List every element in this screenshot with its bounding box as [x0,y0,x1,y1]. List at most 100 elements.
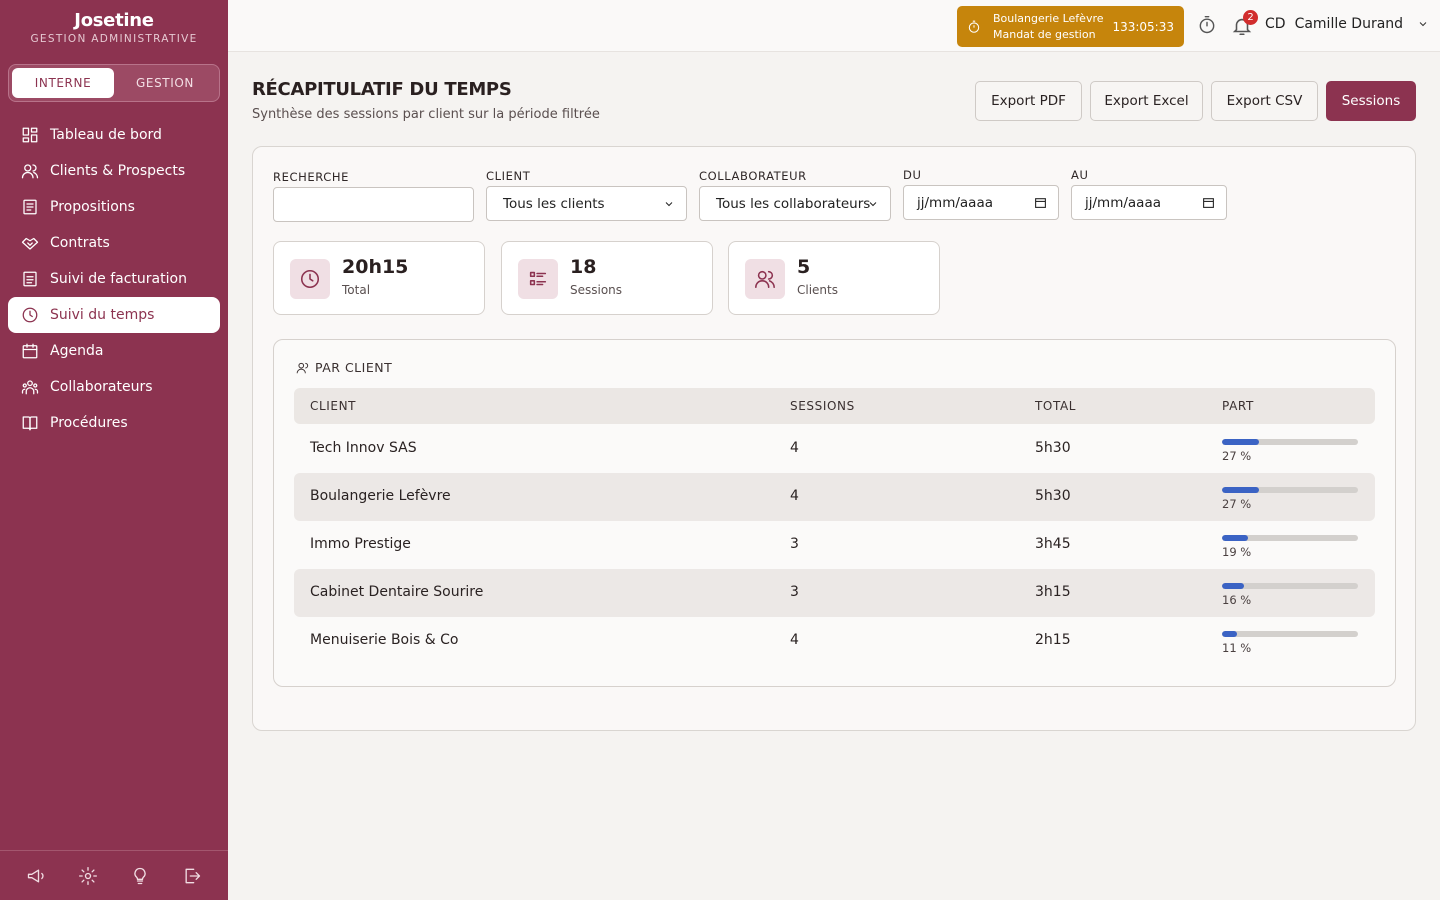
nav-item-agenda[interactable]: Agenda [8,333,220,369]
cell-part: 27 % [1222,449,1252,463]
cell-sessions: 3 [790,536,799,552]
book-icon [21,414,39,432]
nav-label: Collaborateurs [50,379,153,395]
date-to-label: AU [1071,168,1089,182]
brand: Josetine GESTION ADMINISTRATIVE [0,0,228,52]
calendar-icon [1035,198,1046,208]
brand-name: Josetine [74,10,154,31]
nav-label: Procédures [50,415,128,431]
table-row[interactable]: Menuiserie Bois & Co 4 2h15 11 % [294,617,1375,665]
cell-sessions: 3 [790,584,799,600]
stopwatch-icon[interactable] [1197,15,1217,35]
nav-item-collaborateurs[interactable]: Collaborateurs [8,369,220,405]
date-from-label: DU [903,168,922,182]
share-progress-bar [1222,439,1358,445]
brand-subtitle: GESTION ADMINISTRATIVE [30,33,198,45]
table-row[interactable]: Boulangerie Lefèvre 4 5h30 27 % [294,473,1375,521]
clock-icon [21,306,39,324]
cell-client: Menuiserie Bois & Co [310,632,459,648]
lightbulb-icon[interactable] [130,866,150,886]
cell-part: 27 % [1222,497,1252,511]
export-pdf-button[interactable]: Export PDF [975,81,1082,121]
chevron-down-icon [869,201,877,206]
export-csv-button[interactable]: Export CSV [1211,81,1318,121]
nav-item-facturation[interactable]: Suivi de facturation [8,261,220,297]
cell-sessions: 4 [790,440,799,456]
client-filter-label: CLIENT [486,169,531,183]
table-row[interactable]: Immo Prestige 3 3h45 19 % [294,521,1375,569]
column-header-total[interactable]: TOTAL [1035,399,1076,413]
date-from-input[interactable]: jj/mm/aaaa [903,185,1059,220]
share-progress-bar [1222,535,1358,541]
client-select-value: Tous les clients [503,195,605,212]
cell-total: 2h15 [1035,632,1071,648]
nav-label: Suivi du temps [50,307,155,323]
table-row[interactable]: Cabinet Dentaire Sourire 3 3h15 16 % [294,569,1375,617]
column-header-sessions[interactable]: SESSIONS [790,399,855,413]
cell-total: 5h30 [1035,488,1071,504]
nav-label: Agenda [50,343,104,359]
gear-icon[interactable] [78,866,98,886]
sidebar: Josetine GESTION ADMINISTRATIVE INTERNE … [0,0,228,900]
sidebar-footer [0,850,228,900]
nav-item-propositions[interactable]: Propositions [8,189,220,225]
stat-card-total: 20h15 Total [273,241,485,315]
nav-label: Clients & Prospects [50,163,186,179]
cell-part: 11 % [1222,641,1252,655]
nav-label: Propositions [50,199,135,215]
date-to-value: jj/mm/aaaa [1085,194,1161,211]
timer-info: Boulangerie Lefèvre Mandat de gestion [993,11,1112,43]
column-header-client[interactable]: CLIENT [310,399,356,413]
section-title: PAR CLIENT [296,360,392,375]
page-subtitle: Synthèse des sessions par client sur la … [252,107,600,122]
column-header-part[interactable]: PART [1222,399,1254,413]
collaborator-select[interactable]: Tous les collaborateurs [699,186,891,221]
nav-item-tableau-de-bord[interactable]: Tableau de bord [8,117,220,153]
handshake-icon [21,234,39,252]
list-icon [518,259,558,299]
megaphone-icon[interactable] [26,866,46,886]
table-row[interactable]: Tech Innov SAS 4 5h30 27 % [294,425,1375,473]
page-title: RÉCAPITULATIF DU TEMPS [252,79,512,100]
nav-label: Tableau de bord [50,127,162,143]
nav-item-contrats[interactable]: Contrats [8,225,220,261]
search-label: RECHERCHE [273,170,349,184]
stat-label: Total [342,283,371,297]
nav-item-suivi-du-temps[interactable]: Suivi du temps [8,297,220,333]
user-menu[interactable]: CD Camille Durand [1265,16,1429,32]
timer-client: Boulangerie Lefèvre [993,11,1104,25]
document-icon [21,198,39,216]
mode-switch: INTERNE GESTION [8,64,220,102]
client-select[interactable]: Tous les clients [486,186,687,221]
mode-gestion-button[interactable]: GESTION [114,68,216,98]
active-timer[interactable]: Boulangerie Lefèvre Mandat de gestion 13… [957,6,1184,47]
sessions-button[interactable]: Sessions [1326,81,1416,121]
logout-icon[interactable] [182,866,202,886]
share-progress-bar [1222,583,1358,589]
cell-sessions: 4 [790,632,799,648]
share-progress-fill [1222,439,1259,445]
user-name: Camille Durand [1294,16,1404,32]
calendar-icon [1203,198,1214,208]
main-nav: Tableau de bord Clients & Prospects Prop… [8,117,220,441]
stat-value: 20h15 [342,256,409,278]
cell-client: Boulangerie Lefèvre [310,488,451,504]
share-progress-fill [1222,487,1259,493]
search-input[interactable] [273,187,474,222]
mode-interne-button[interactable]: INTERNE [12,68,114,98]
timer-task: Mandat de gestion [993,27,1096,41]
share-progress-bar [1222,487,1358,493]
stat-label: Clients [797,283,838,297]
users-icon [296,362,309,373]
cell-total: 5h30 [1035,440,1071,456]
dashboard-icon [21,126,39,144]
nav-item-procedures[interactable]: Procédures [8,405,220,441]
cell-part: 19 % [1222,545,1252,559]
share-progress-bar [1222,631,1358,637]
nav-item-clients[interactable]: Clients & Prospects [8,153,220,189]
table-header: CLIENT SESSIONS TOTAL PART [294,388,1375,424]
export-excel-button[interactable]: Export Excel [1090,81,1203,121]
stat-label: Sessions [570,283,623,297]
stat-card-sessions: 18 Sessions [501,241,713,315]
date-to-input[interactable]: jj/mm/aaaa [1071,185,1227,220]
